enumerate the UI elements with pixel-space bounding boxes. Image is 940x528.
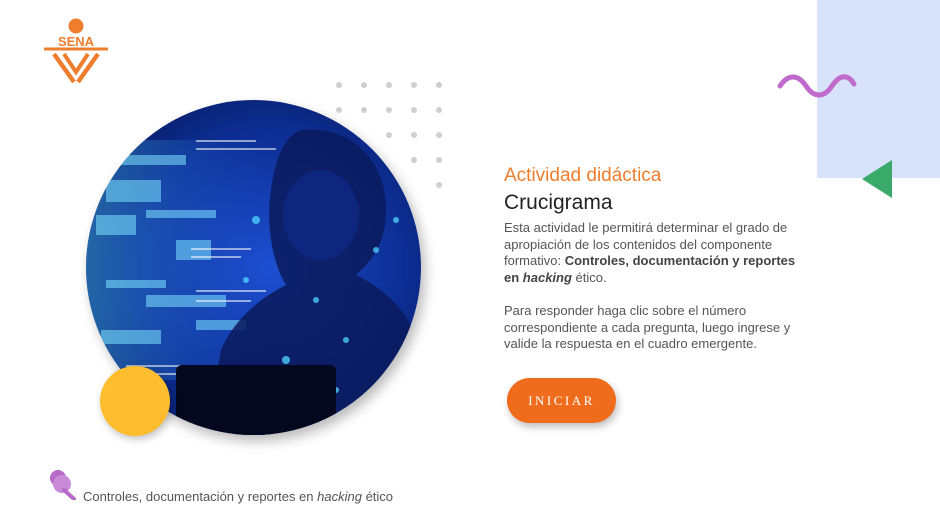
activity-info: Actividad didáctica Crucigrama Esta acti…: [504, 164, 804, 353]
footer-text-italic: hacking: [317, 489, 362, 504]
description-italic: hacking: [522, 269, 572, 285]
logo-text: SENA: [58, 34, 95, 49]
activity-description: Esta actividad le permitirá determinar e…: [504, 220, 804, 286]
activity-instructions: Para responder haga clic sobre el número…: [504, 303, 791, 351]
wave-icon: [776, 70, 858, 100]
description-end: ético.: [571, 269, 607, 285]
pin-bubble-icon: [48, 468, 76, 501]
footer-course-title: Controles, documentación y reportes en h…: [83, 489, 393, 504]
footer-text-prefix: Controles, documentación y reportes en: [83, 489, 318, 504]
activity-subtitle: Actividad didáctica: [504, 165, 662, 186]
activity-title: Crucigrama: [504, 191, 613, 214]
start-button[interactable]: INICIAR: [507, 378, 616, 423]
triangle-icon: [860, 158, 896, 200]
footer-text-suffix: ético: [361, 489, 394, 504]
yellow-circle-decoration: [100, 366, 170, 436]
sena-logo: SENA: [40, 16, 112, 84]
